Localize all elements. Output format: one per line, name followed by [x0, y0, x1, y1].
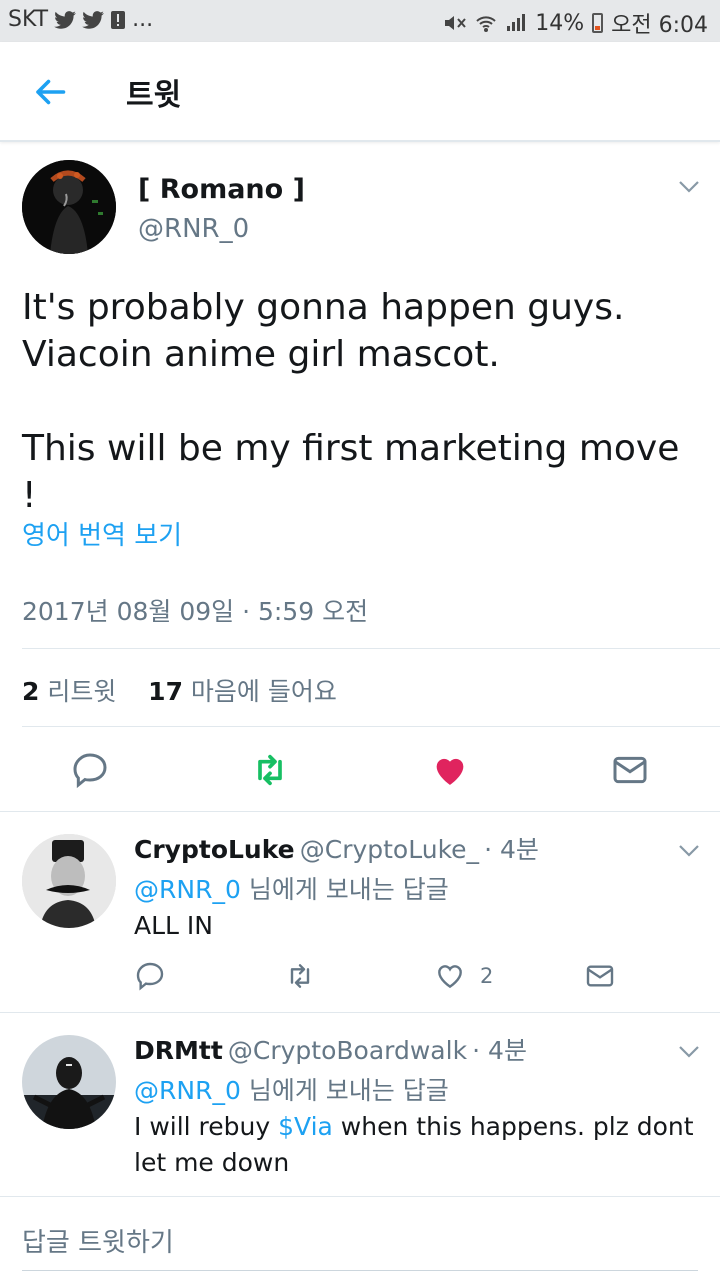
back-arrow-icon[interactable] — [32, 74, 68, 110]
chevron-down-icon[interactable] — [678, 1045, 700, 1059]
reply-text: I will rebuy $Via when this happens. plz… — [134, 1112, 694, 1177]
reply-time: · 4분 — [484, 835, 539, 864]
status-right: 14% 오전 6:04 — [443, 7, 708, 39]
chevron-down-icon[interactable] — [678, 844, 700, 858]
retweet-stat[interactable]: 2 리트윗 — [22, 677, 116, 706]
cashtag-link[interactable]: $Via — [278, 1112, 333, 1141]
avatar-image — [22, 1035, 116, 1129]
top-app-bar: 트윗 — [0, 42, 720, 142]
battery-icon — [592, 13, 604, 33]
reply-author-name[interactable]: CryptoLuke — [134, 835, 295, 864]
like-heart-icon[interactable] — [434, 960, 466, 992]
message-icon[interactable] — [610, 750, 650, 790]
status-bar: SKT ... 14% 오전 6:04 — [0, 0, 720, 42]
page-title: 트윗 — [126, 78, 182, 113]
replying-to: @RNR_0 님에게 보내는 답글 — [134, 875, 449, 904]
reply-tweet[interactable]: CryptoLuke @CryptoLuke_ · 4분 @RNR_0 님에게 … — [0, 812, 720, 1012]
reply-avatar[interactable] — [22, 1035, 116, 1129]
avatar-image — [22, 160, 116, 254]
author-name[interactable]: [ Romano ] — [138, 174, 305, 205]
likes-stat[interactable]: 17 마음에 들어요 — [148, 677, 337, 706]
battery-percent: 14% — [535, 10, 585, 36]
translate-link[interactable]: 영어 번역 보기 — [22, 515, 182, 552]
reply-compose-input[interactable]: 답글 트윗하기 — [22, 1222, 174, 1259]
twitter-notification-icon — [82, 10, 104, 29]
reply-icon[interactable] — [134, 960, 166, 992]
reply-icon[interactable] — [70, 750, 110, 790]
message-icon[interactable] — [584, 960, 616, 992]
carrier-label: SKT — [8, 7, 49, 32]
compose-underline — [22, 1270, 698, 1271]
author-avatar[interactable] — [22, 160, 116, 254]
divider — [0, 1196, 720, 1197]
reply-tweet[interactable]: DRMtt @CryptoBoardwalk · 4분 @RNR_0 님에게 보… — [0, 1013, 720, 1195]
wifi-icon — [476, 16, 496, 32]
divider — [22, 648, 720, 649]
reply-author-handle[interactable]: @CryptoBoardwalk — [228, 1036, 467, 1065]
engagement-stats: 2 리트윗 17 마음에 들어요 — [22, 672, 337, 708]
like-heart-icon[interactable] — [430, 750, 470, 790]
author-handle[interactable]: @RNR_0 — [138, 214, 249, 244]
alert-icon — [111, 10, 126, 29]
avatar-image — [22, 834, 116, 928]
divider — [22, 726, 720, 727]
retweet-icon[interactable] — [250, 750, 290, 790]
more-notifications: ... — [132, 7, 154, 32]
signal-icon — [507, 14, 526, 31]
chevron-down-icon[interactable] — [678, 180, 700, 194]
reply-like-count: 2 — [480, 964, 494, 988]
tweet-text: It's probably gonna happen guys. Viacoin… — [22, 287, 680, 516]
reply-author-handle[interactable]: @CryptoLuke_ — [300, 835, 479, 864]
replying-to: @RNR_0 님에게 보내는 답글 — [134, 1076, 449, 1105]
reply-header: CryptoLuke @CryptoLuke_ · 4분 — [134, 830, 539, 866]
tweet-timestamp: 2017년 08월 09일 · 5:59 오전 — [22, 597, 369, 626]
retweet-icon[interactable] — [284, 960, 316, 992]
status-left: SKT ... — [8, 7, 153, 32]
mute-icon — [445, 16, 466, 30]
reply-header: DRMtt @CryptoBoardwalk · 4분 — [134, 1031, 527, 1067]
reply-text: ALL IN — [134, 911, 213, 940]
mention-link[interactable]: @RNR_0 — [134, 875, 241, 904]
twitter-notification-icon — [54, 10, 76, 29]
reply-avatar[interactable] — [22, 834, 116, 928]
clock: 오전 6:04 — [611, 13, 708, 38]
mention-link[interactable]: @RNR_0 — [134, 1076, 241, 1105]
reply-time: · 4분 — [472, 1036, 527, 1065]
reply-author-name[interactable]: DRMtt — [134, 1036, 223, 1065]
